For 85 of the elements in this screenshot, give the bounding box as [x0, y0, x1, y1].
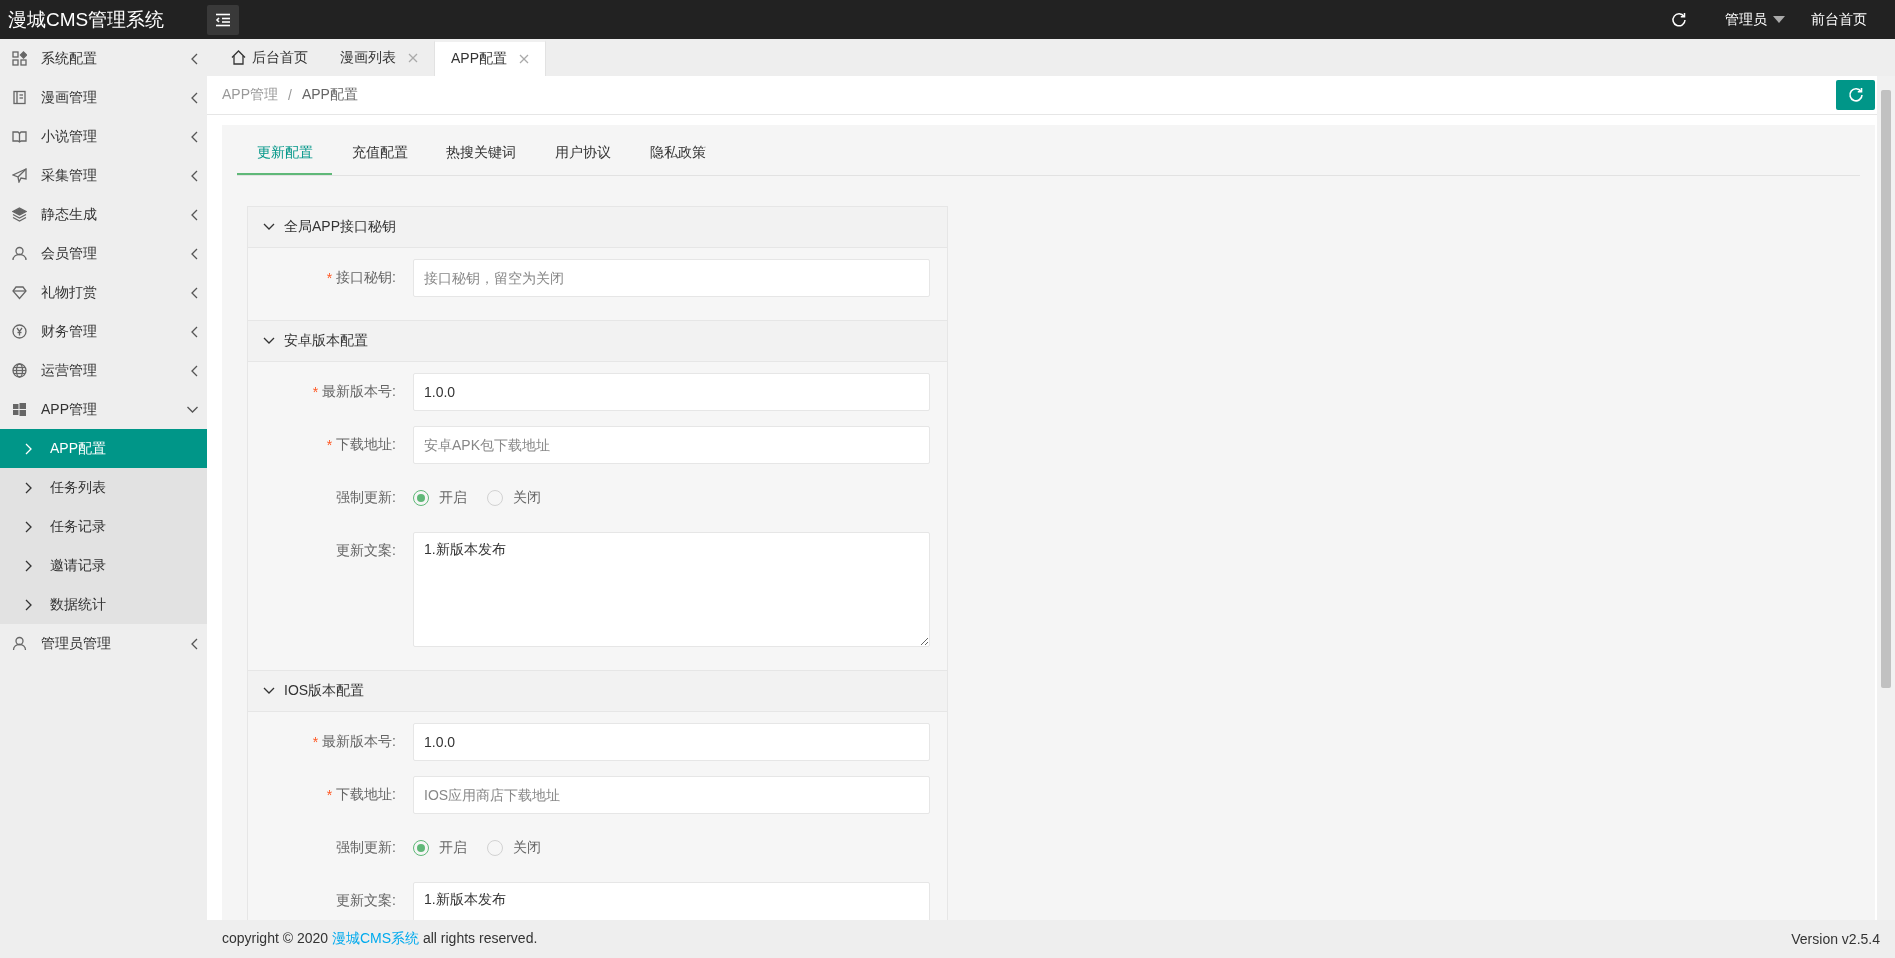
sidebar-item[interactable]: 财务管理: [0, 312, 207, 351]
chevron-right-icon: [24, 598, 33, 611]
close-icon[interactable]: [519, 54, 529, 64]
breadcrumb-separator: /: [288, 87, 292, 103]
user-icon: [12, 636, 27, 651]
config-tab[interactable]: 隐私政策: [630, 130, 725, 175]
field-label: 最新版本号:: [322, 733, 396, 751]
field-label: 最新版本号:: [322, 383, 396, 401]
sidebar-item[interactable]: 小说管理: [0, 117, 207, 156]
caret-icon: [1773, 15, 1785, 24]
user-icon: [12, 246, 27, 261]
reload-button[interactable]: [1836, 80, 1875, 110]
sidebar-item[interactable]: 系统配置: [0, 39, 207, 78]
required-mark: *: [326, 437, 333, 453]
home-icon: [231, 50, 246, 65]
text-field[interactable]: 接口秘钥，留空为关闭: [413, 259, 930, 297]
page-tab[interactable]: APP配置: [434, 40, 546, 76]
sidebar-item[interactable]: 静态生成: [0, 195, 207, 234]
text-field[interactable]: IOS应用商店下载地址: [413, 776, 930, 814]
refresh-icon[interactable]: [1671, 11, 1687, 28]
chevron-right-icon: [24, 481, 33, 494]
paper-plane-icon: [12, 168, 27, 183]
radio-label[interactable]: 开启: [439, 489, 467, 507]
required-mark: *: [312, 384, 319, 400]
text-field[interactable]: 1.0.0: [413, 723, 930, 761]
refresh-icon: [1847, 87, 1864, 103]
sidebar-item[interactable]: 采集管理: [0, 156, 207, 195]
sidebar-toggle-button[interactable]: [207, 4, 239, 35]
sidebar-subitem[interactable]: 任务记录: [0, 507, 207, 546]
field-label: 强制更新:: [336, 489, 396, 507]
sidebar-item[interactable]: APP管理: [0, 390, 207, 429]
config-tab[interactable]: 用户协议: [535, 130, 630, 175]
chevron-right-icon: [24, 442, 33, 455]
radio-label[interactable]: 关闭: [513, 489, 541, 507]
text-field[interactable]: 安卓APK包下载地址: [413, 426, 930, 464]
sidebar-item[interactable]: 运营管理: [0, 351, 207, 390]
page-tab[interactable]: 后台首页: [215, 39, 324, 76]
windows-icon: [12, 402, 27, 417]
sidebar-item[interactable]: 会员管理: [0, 234, 207, 273]
app-logo: 漫城CMS管理系统: [7, 7, 166, 32]
front-page-link[interactable]: 前台首页: [1811, 10, 1867, 29]
chevron-right-icon: [24, 559, 33, 572]
field-label: 下载地址:: [336, 786, 396, 804]
config-tab[interactable]: 热搜关键词: [427, 130, 535, 175]
yen-circle-icon: [12, 324, 27, 339]
version-text: Version v2.5.4: [1791, 931, 1880, 947]
required-mark: *: [326, 787, 333, 803]
field-label: 接口秘钥:: [336, 269, 396, 287]
sidebar-item[interactable]: 漫画管理: [0, 78, 207, 117]
sidebar-item[interactable]: 礼物打赏: [0, 273, 207, 312]
radio-label[interactable]: 关闭: [513, 839, 541, 857]
section-header[interactable]: 安卓版本配置: [248, 320, 947, 362]
scrollbar-thumb[interactable]: [1881, 90, 1891, 688]
grid-icon: [12, 51, 27, 66]
section-header[interactable]: IOS版本配置: [248, 670, 947, 712]
sidebar-subitem[interactable]: 任务列表: [0, 468, 207, 507]
required-mark: *: [326, 270, 333, 286]
layers-icon: [12, 207, 27, 222]
close-icon[interactable]: [408, 52, 418, 63]
page-tab[interactable]: 漫画列表: [324, 39, 434, 76]
sidebar-subitem[interactable]: APP配置: [0, 429, 207, 468]
radio-label[interactable]: 开启: [439, 839, 467, 857]
breadcrumb-link[interactable]: APP配置: [301, 86, 358, 104]
globe-icon: [12, 363, 27, 378]
sidebar-subitem[interactable]: 数据统计: [0, 585, 207, 624]
textarea-field[interactable]: 1.新版本发布: [413, 882, 930, 920]
copyright-text: copyright © 2020 漫城CMS系统 all rights reserved.: [222, 930, 538, 948]
field-label: 更新文案:: [336, 892, 396, 910]
section-header[interactable]: 全局APP接口秘钥: [248, 206, 947, 248]
field-label: 下载地址:: [336, 436, 396, 454]
menu-icon: [215, 12, 231, 27]
config-tab[interactable]: 充值配置: [332, 130, 427, 175]
chevron-right-icon: [24, 520, 33, 533]
field-label: 更新文案:: [336, 542, 396, 560]
config-tab[interactable]: 更新配置: [237, 130, 332, 175]
textarea-field[interactable]: 1.新版本发布: [413, 532, 930, 647]
open-book-icon: [12, 129, 27, 144]
diamond-icon: [12, 285, 27, 300]
required-mark: *: [312, 734, 319, 750]
book-icon: [12, 90, 27, 105]
sidebar-item[interactable]: 管理员管理: [0, 624, 207, 663]
text-field[interactable]: 1.0.0: [413, 373, 930, 411]
field-label: 强制更新:: [336, 839, 396, 857]
user-menu-button[interactable]: 管理员: [1725, 10, 1785, 29]
sidebar-subitem[interactable]: 邀请记录: [0, 546, 207, 585]
